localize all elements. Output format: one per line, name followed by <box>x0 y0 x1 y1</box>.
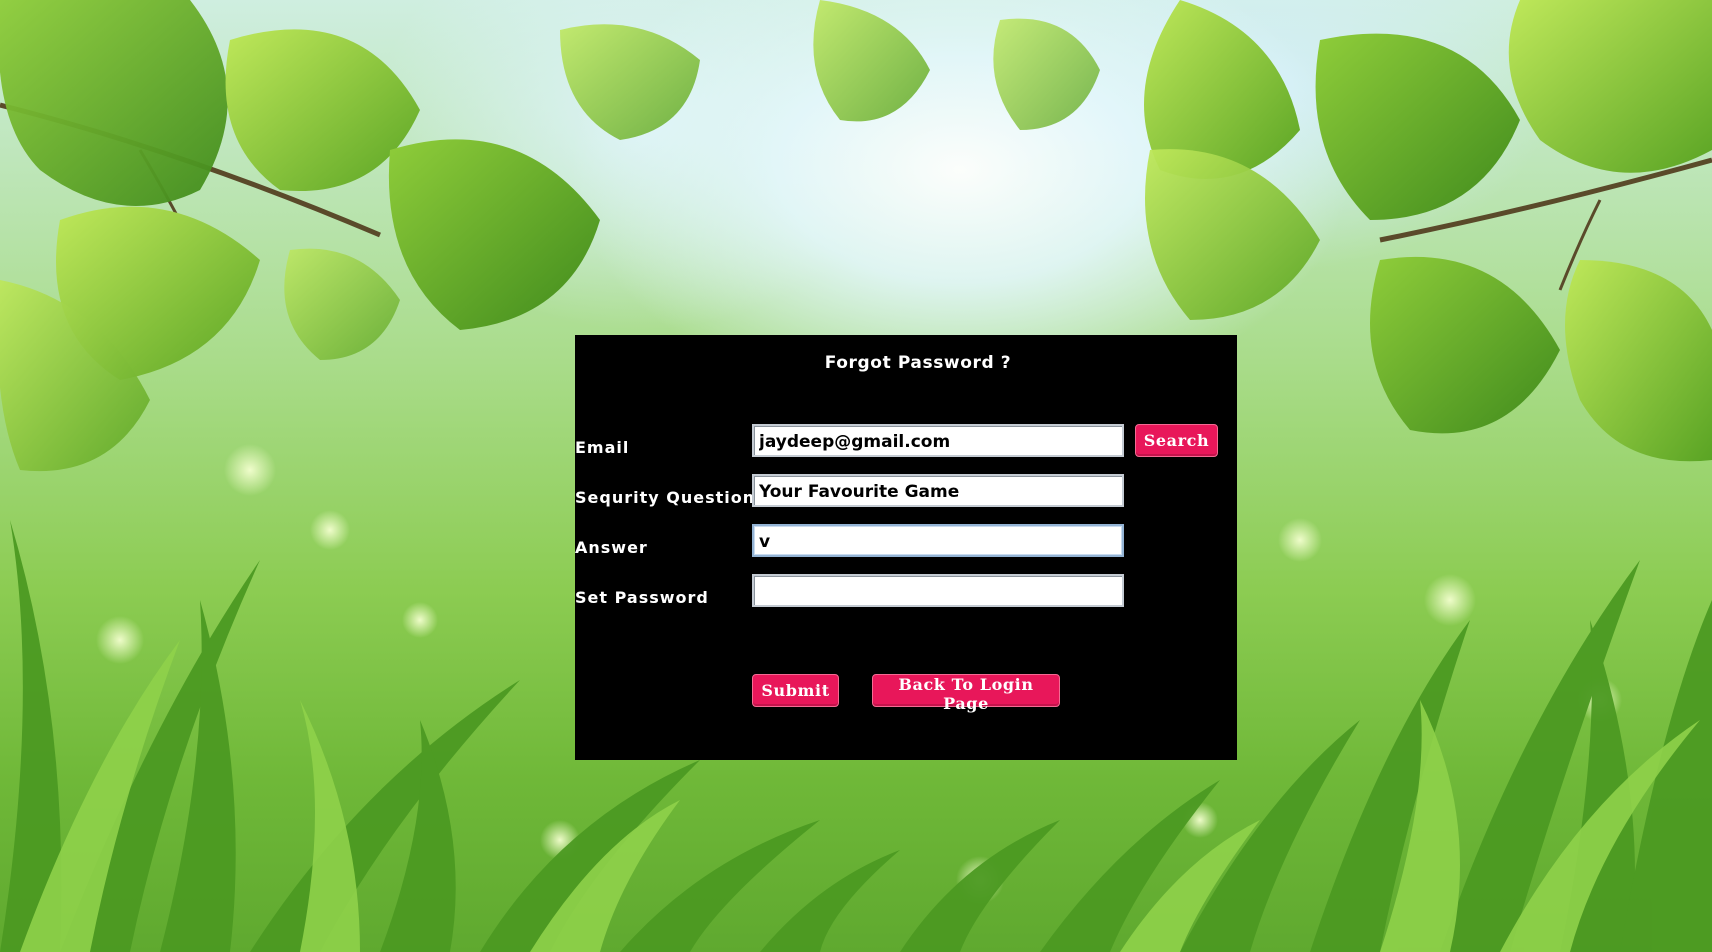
set-password-field[interactable] <box>752 574 1124 607</box>
answer-field[interactable] <box>752 524 1124 557</box>
app-window: Forgot Password ? Email Search Sequrity … <box>0 0 1712 952</box>
set-password-label: Set Password <box>575 588 709 607</box>
panel-title: Forgot Password ? <box>824 353 1012 373</box>
security-question-label: Sequrity Question <box>575 488 756 507</box>
answer-label: Answer <box>575 538 648 557</box>
search-button[interactable]: Search <box>1135 424 1218 457</box>
submit-button[interactable]: Submit <box>752 674 839 707</box>
email-field[interactable] <box>752 424 1124 457</box>
email-label: Email <box>575 438 630 457</box>
security-question-field[interactable] <box>752 474 1124 507</box>
forgot-password-panel: Forgot Password ? Email Search Sequrity … <box>575 335 1237 760</box>
back-to-login-button[interactable]: Back To Login Page <box>872 674 1060 713</box>
